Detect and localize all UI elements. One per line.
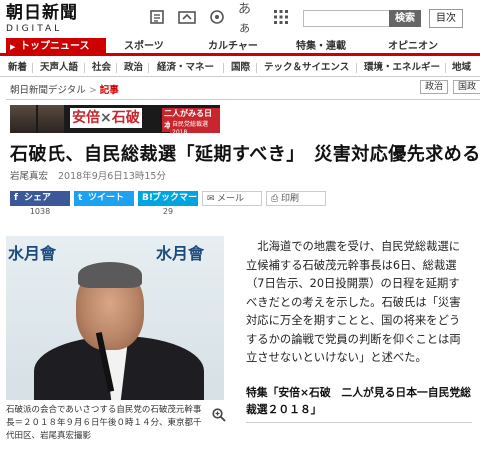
nav-latest[interactable]: 新着 <box>8 59 27 77</box>
banner-photo-ishiba <box>38 105 64 133</box>
twitter-share-label: ツイート <box>88 193 125 203</box>
scrap-icon[interactable] <box>178 8 196 26</box>
search-input[interactable] <box>303 10 389 27</box>
article-body: 北海道での地震を受け、自民党総裁選に立候補する石破茂元幹事長は6日、総裁選（7日… <box>246 240 461 364</box>
search-button[interactable]: 検索 <box>389 10 421 27</box>
special-feature-banner[interactable]: 安倍×石破 二人がみる日本 自民党総裁選 2018 <box>10 105 220 133</box>
breadcrumb-current: 記事 <box>99 85 119 96</box>
article-headline: 石破氏、自民総裁選「延期すべき」 災害対応優先求める <box>10 144 480 165</box>
nav-features[interactable]: 特集・連載 <box>296 38 346 56</box>
font-size-icon[interactable]: あぁ <box>238 2 260 36</box>
nav-society[interactable]: 社会 <box>92 59 111 77</box>
nav-divider <box>445 63 446 73</box>
facebook-icon: f <box>14 193 18 203</box>
nav-divider <box>223 63 224 73</box>
byline: 岩尾真宏 2018年9月6日13時15分 <box>10 168 166 182</box>
mail-icon: ✉ <box>207 194 215 204</box>
nav-environment[interactable]: 環境・エネルギー <box>364 59 440 77</box>
mail-button[interactable]: ✉ メール <box>202 191 262 206</box>
nav-divider <box>32 63 33 73</box>
breadcrumb-home[interactable]: 朝日新聞デジタル <box>10 85 86 96</box>
secondary-nav: 新着 天声人語 社会 政治 経済・マネー 国際 テック＆サイエンス 環境・エネル… <box>0 59 480 77</box>
site-header: 朝日新聞 DIGITAL あぁ 検索 目次 <box>0 0 480 38</box>
nav-tech-science[interactable]: テック＆サイエンス <box>264 59 349 77</box>
hatena-share-count: 29 <box>162 207 174 216</box>
photo-caption: 石破派の会合であいさつする自民党の石破茂元幹事長＝２０１８年９月６日午後０時１４… <box>6 405 202 441</box>
mail-label: メール <box>217 194 245 204</box>
banner-photo-abe <box>10 105 36 133</box>
settings-icon[interactable] <box>208 8 226 26</box>
zoom-icon[interactable] <box>212 408 226 426</box>
photo-sign-text: 水月會 <box>8 244 57 263</box>
author-name[interactable]: 岩尾真宏 <box>10 171 48 182</box>
primary-nav: トップニュース スポーツ カルチャー 特集・連載 オピニオン <box>0 38 480 56</box>
twitter-share-button[interactable]: t ツイート <box>74 191 134 206</box>
nav-divider <box>256 63 257 73</box>
nav-top-news[interactable]: トップニュース <box>6 38 106 56</box>
nav-tenseijingo[interactable]: 天声人語 <box>40 59 78 77</box>
nav-sports[interactable]: スポーツ <box>124 38 164 56</box>
photo-subject-hair <box>78 262 142 288</box>
tag-national-politics[interactable]: 国政 <box>453 80 480 94</box>
nav-divider <box>356 63 357 73</box>
facebook-share-count: 1038 <box>29 207 51 216</box>
site-logo[interactable]: 朝日新聞 DIGITAL <box>6 3 96 35</box>
special-feature-link[interactable]: 特集「安倍×石破 二人が見る日本一自民党総裁選２０１８」 <box>246 384 472 423</box>
photo-sign-text: 水月會 <box>156 244 205 263</box>
nav-region[interactable]: 地域 <box>452 59 471 77</box>
nav-divider <box>148 63 149 73</box>
breadcrumb: 朝日新聞デジタル > 記事 <box>10 82 119 96</box>
hatena-bookmark-button[interactable]: B!ブックマーク <box>138 191 198 218</box>
nav-economy[interactable]: 経済・マネー <box>157 59 214 77</box>
facebook-share-label: シェア <box>24 193 52 203</box>
nav-divider <box>84 63 85 73</box>
nav-divider <box>116 63 117 73</box>
print-button[interactable]: ⎙ 印刷 <box>266 191 326 206</box>
banner-subtitle-2: 自民党総裁選 2018 <box>170 121 220 133</box>
hatena-icon: B! <box>142 193 153 203</box>
tag-politics[interactable]: 政治 <box>420 80 449 94</box>
table-of-contents-button[interactable]: 目次 <box>429 9 463 28</box>
article-photo[interactable]: 水月會 水月會 <box>6 236 224 400</box>
banner-title: 安倍×石破 <box>70 108 142 128</box>
grid-menu-icon[interactable] <box>272 8 290 26</box>
facebook-share-button[interactable]: f シェア <box>10 191 70 206</box>
newspaper-icon[interactable] <box>148 8 166 26</box>
publish-date: 2018年9月6日13時15分 <box>58 171 166 182</box>
banner-title-x: × <box>100 110 112 126</box>
divider <box>6 99 480 100</box>
twitter-icon: t <box>78 193 83 203</box>
logo-sub-text: DIGITAL <box>6 24 63 34</box>
logo-main-text: 朝日新聞 <box>6 3 78 23</box>
breadcrumb-separator: > <box>88 85 97 96</box>
banner-title-a: 安倍 <box>72 110 100 126</box>
nav-politics[interactable]: 政治 <box>124 59 143 77</box>
print-label: 印刷 <box>281 194 300 204</box>
nav-culture[interactable]: カルチャー <box>208 38 258 56</box>
banner-title-b: 石破 <box>111 110 140 126</box>
nav-international[interactable]: 国際 <box>231 59 250 77</box>
print-icon: ⎙ <box>271 194 279 204</box>
nav-opinion[interactable]: オピニオン <box>388 38 438 56</box>
header-icons: あぁ <box>148 2 290 36</box>
